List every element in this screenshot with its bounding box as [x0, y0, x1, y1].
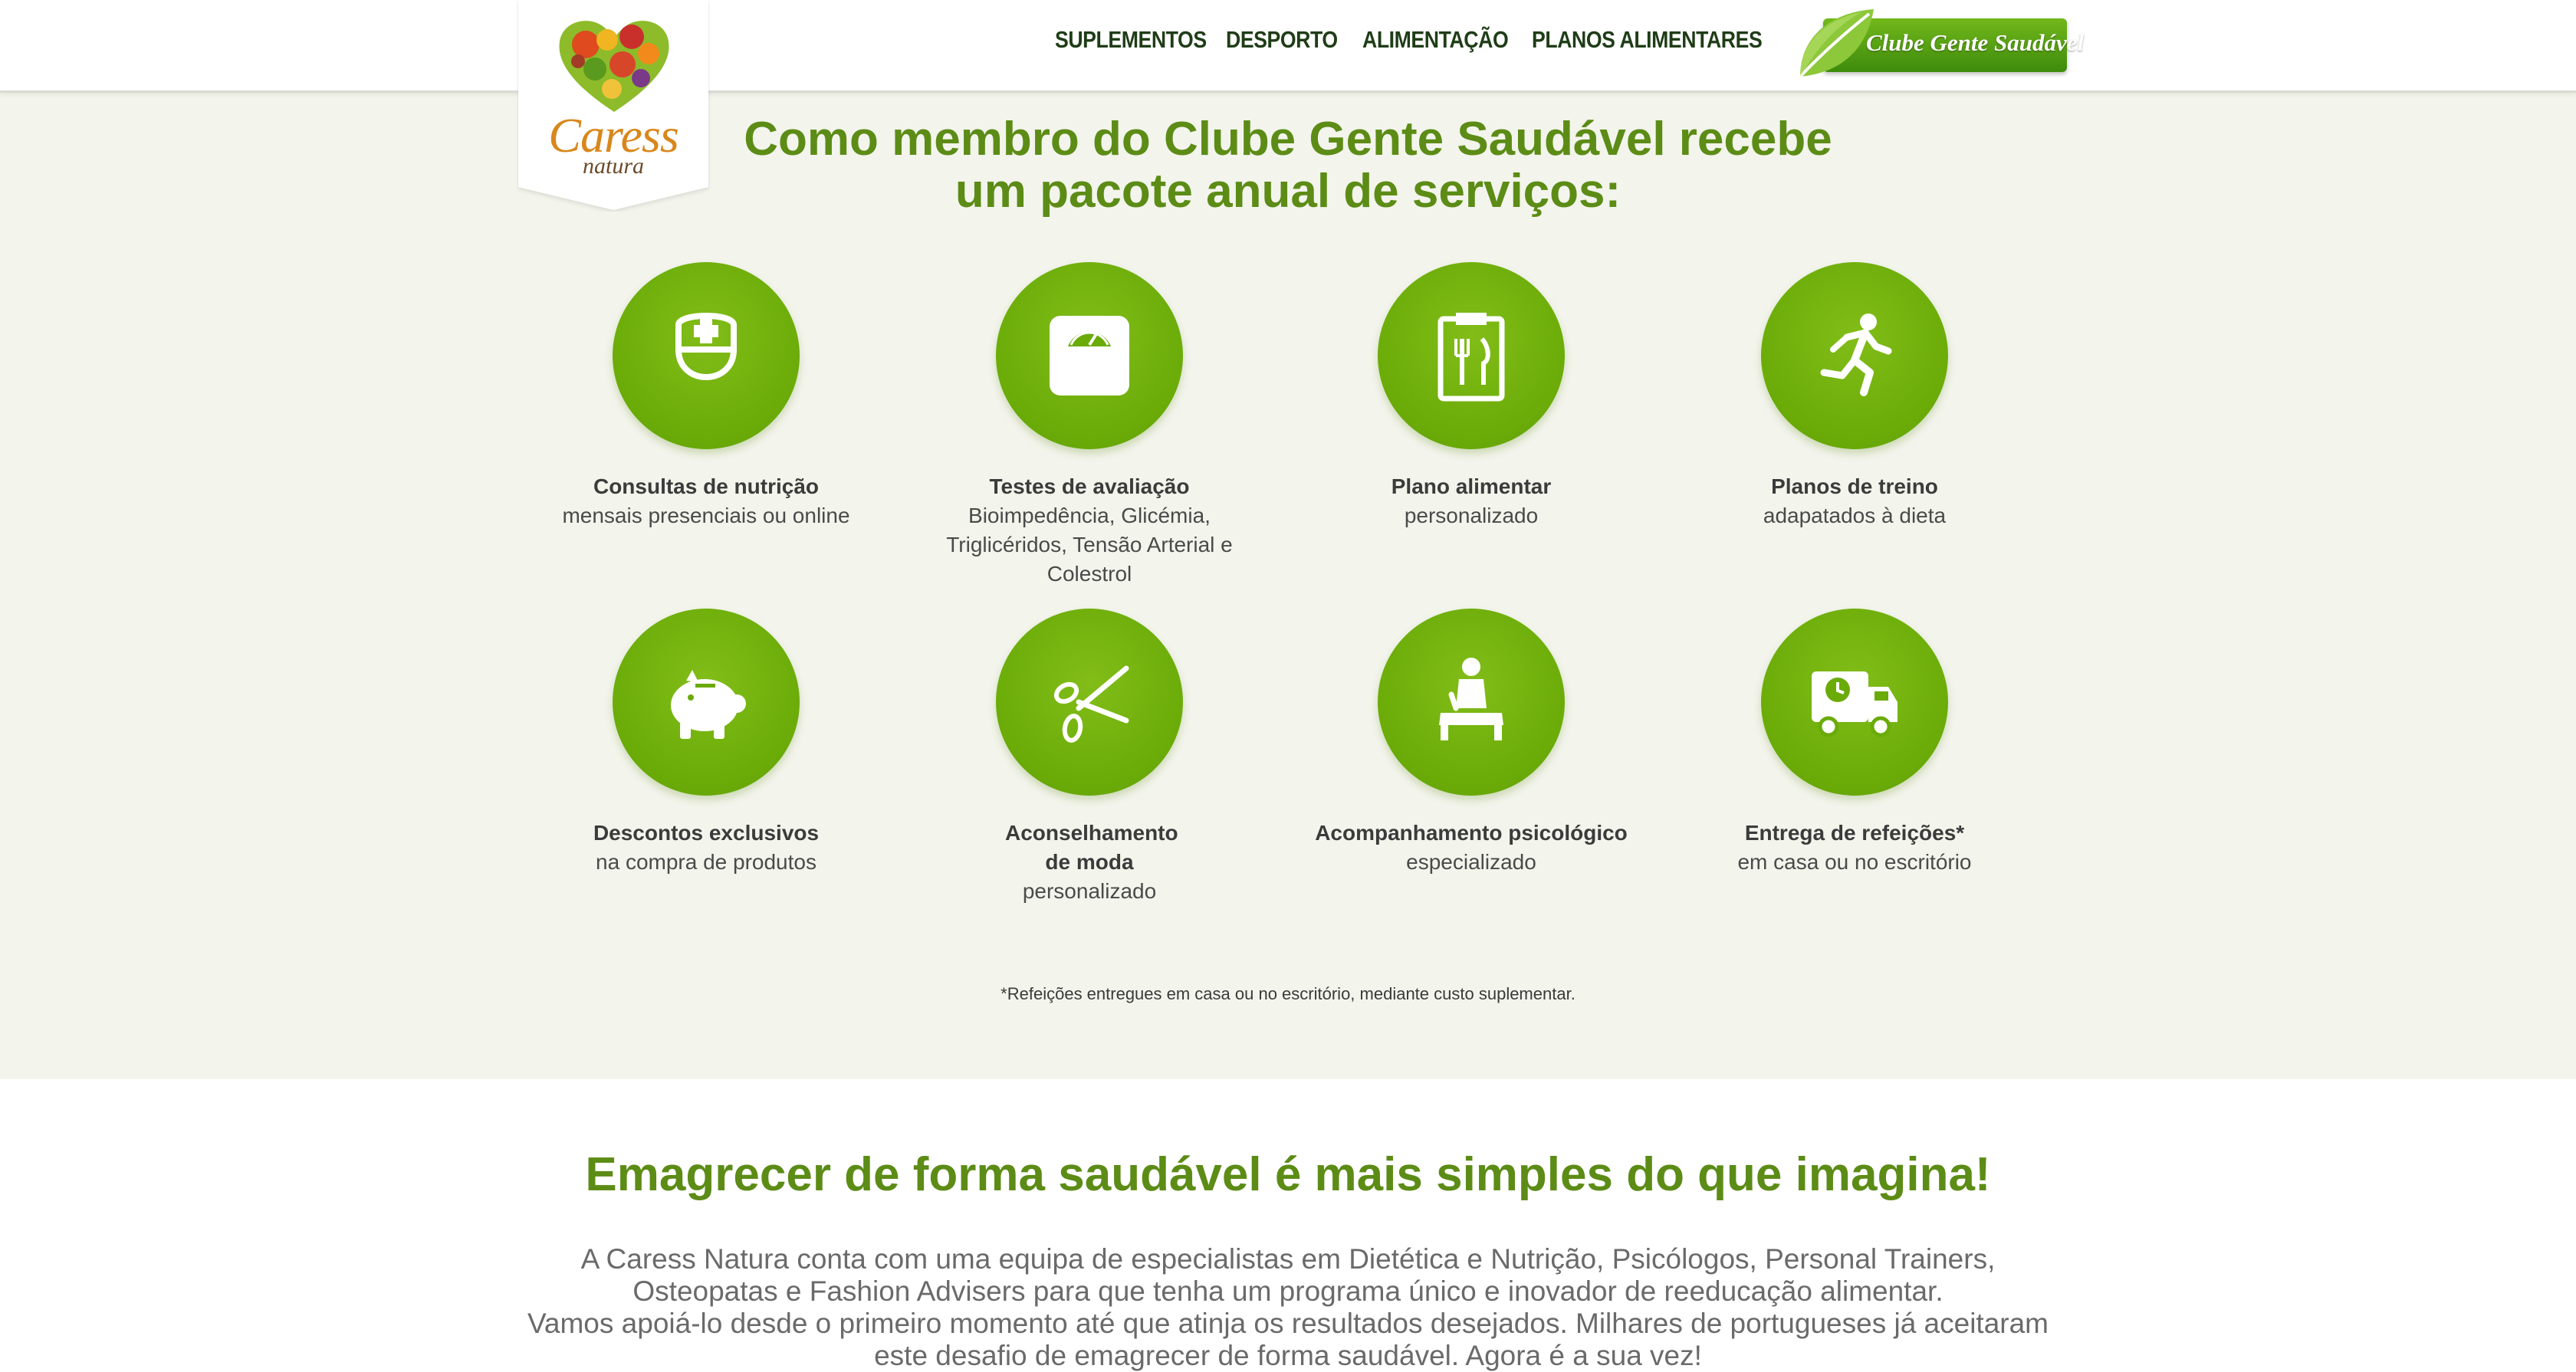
leaf-icon	[1799, 9, 1874, 78]
clube-gente-saudavel-button[interactable]: Clube Gente Saudável	[1792, 6, 2084, 83]
service-desc: mensais presenciais ou online	[562, 504, 850, 527]
nav-suplementos[interactable]: SUPLEMENTOS	[1055, 26, 1207, 54]
piggy-bank-icon	[671, 670, 746, 739]
fruit-heart-icon	[559, 21, 669, 112]
service-desc: especializado	[1406, 850, 1536, 874]
paragraph-1: A Caress Natura conta com uma equipa de …	[580, 1243, 1996, 1307]
club-button-label: Clube Gente Saudável	[1866, 29, 2085, 56]
lower-section-text: A Caress Natura conta com uma equipa de …	[521, 1243, 2055, 1372]
service-delivery: Entrega de refeições* em casa ou no escr…	[1686, 609, 2023, 877]
nav-desporto[interactable]: DESPORTO	[1226, 26, 1338, 54]
nav-alimentacao[interactable]: ALIMENTAÇÃO	[1362, 26, 1509, 54]
lower-section-title: Emagrecer de forma saudável é mais simpl…	[585, 1148, 1991, 1201]
service-title: Acompanhamento psicológico	[1315, 821, 1628, 845]
service-title: Consultas de nutrição	[593, 474, 820, 498]
footnote: *Refeições entregues em casa ou no escri…	[1001, 984, 1576, 1003]
service-title: Testes de avaliação	[989, 474, 1190, 498]
site-header: SUPLEMENTOS DESPORTO ALIMENTAÇÃO PLANOS …	[0, 0, 2576, 93]
service-psychology: Acompanhamento psicológico especializado	[1303, 609, 1640, 877]
service-circle	[1378, 609, 1565, 796]
service-title: Plano alimentar	[1391, 474, 1552, 498]
service-circle	[1378, 262, 1565, 449]
service-circle	[996, 609, 1183, 796]
service-desc: personalizado	[1404, 504, 1539, 527]
service-tests: Testes de avaliação Bioimpedência, Glicé…	[921, 262, 1258, 589]
service-desc: na compra de produtos	[596, 850, 816, 874]
service-circle	[613, 609, 800, 796]
service-training: Planos de treino adapatados à dieta	[1686, 262, 2023, 530]
delivery-truck-icon	[1812, 671, 1898, 737]
service-title: Aconselhamento de moda	[1005, 821, 1178, 874]
services-section: Como membro do Clube Gente Saudável rece…	[0, 90, 2576, 1079]
service-discounts: Descontos exclusivos na compra de produt…	[537, 609, 875, 877]
paragraph-2: Vamos apoiá-lo desde o primeiro momento …	[527, 1308, 2049, 1371]
service-title: Planos de treino	[1771, 474, 1938, 498]
runner-icon	[1820, 313, 1892, 396]
service-desc: Bioimpedência, Glicémia, Triglicéridos, …	[946, 504, 1233, 586]
meal-plan-icon	[1438, 313, 1505, 402]
scissors-icon	[1053, 665, 1129, 743]
service-fashion: Aconselhamento de moda personalizado	[921, 609, 1258, 906]
service-desc: em casa ou no escritório	[1737, 850, 1972, 874]
logo-subname: natura	[582, 153, 644, 179]
service-circle	[613, 262, 800, 449]
therapy-icon	[1439, 658, 1503, 740]
scale-icon	[1050, 316, 1129, 396]
services-title-line1: Como membro do Clube Gente Saudável rece…	[744, 113, 1832, 166]
service-circle	[1761, 262, 1948, 449]
nurse-icon	[675, 313, 737, 380]
service-nutrition: Consultas de nutrição mensais presenciai…	[537, 262, 875, 530]
nav-planos-alimentares[interactable]: PLANOS ALIMENTARES	[1532, 26, 1763, 54]
service-circle	[996, 262, 1183, 449]
service-meal-plan: Plano alimentar personalizado	[1303, 262, 1640, 530]
service-title: Entrega de refeições*	[1744, 821, 1965, 845]
logo[interactable]: Caress natura	[517, 0, 710, 212]
services-title-line2: um pacote anual de serviços:	[955, 165, 1622, 218]
service-circle	[1761, 609, 1948, 796]
service-desc: adapatados à dieta	[1763, 504, 1947, 527]
service-desc: personalizado	[1022, 879, 1157, 903]
service-title: Descontos exclusivos	[593, 821, 820, 845]
